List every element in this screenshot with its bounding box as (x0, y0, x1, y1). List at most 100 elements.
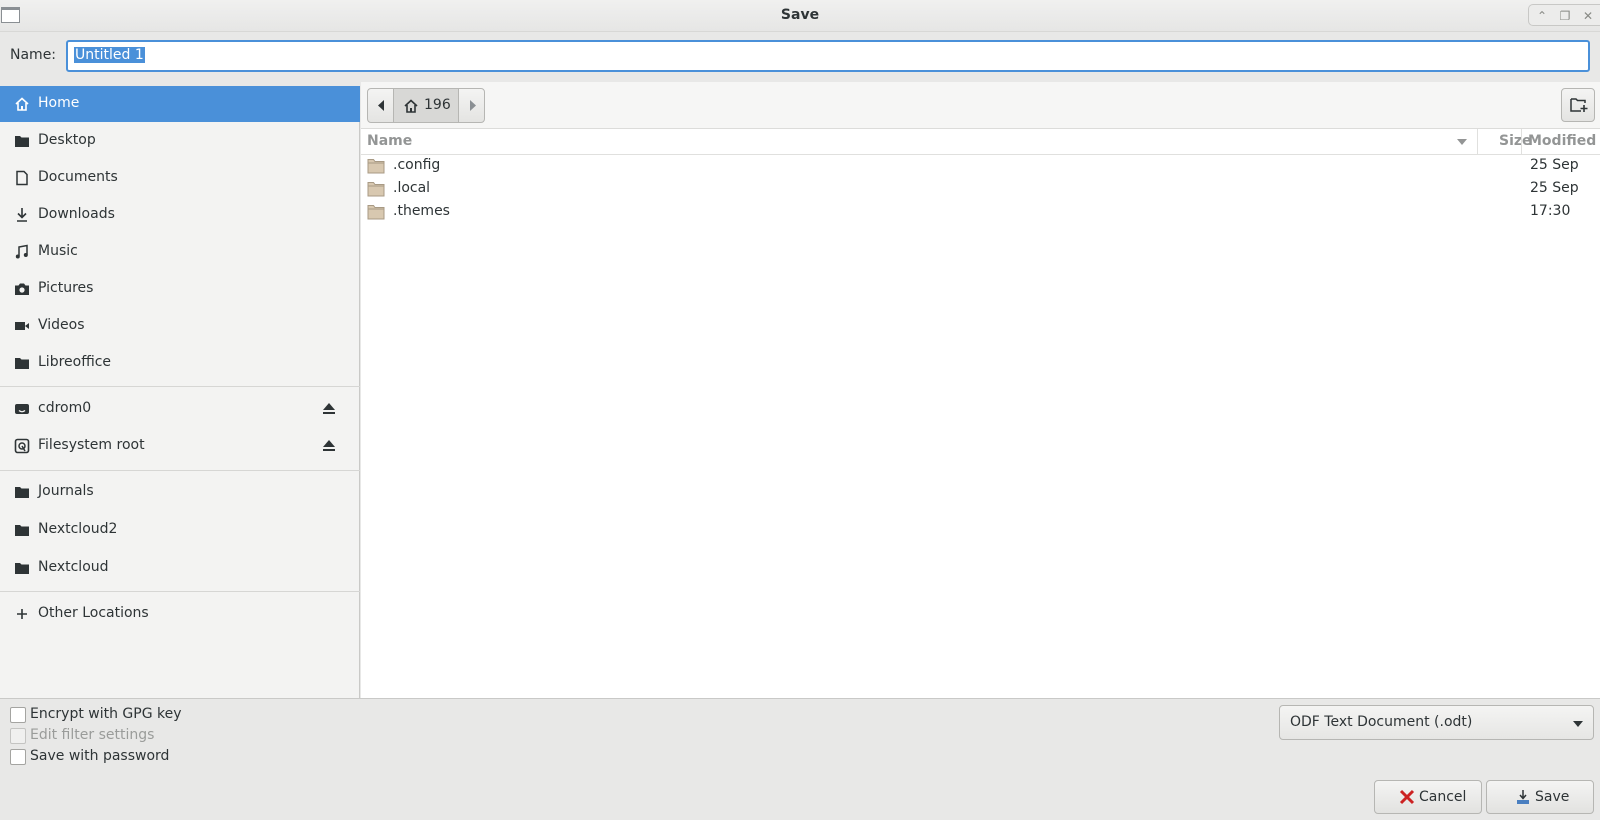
folder-icon (367, 205, 385, 220)
name-row: Name: Untitled 1 (0, 32, 1600, 82)
column-divider (1477, 129, 1478, 155)
sidebar-item-label: Pictures (38, 280, 94, 296)
music-icon (15, 244, 28, 259)
sidebar-item-libreoffice[interactable]: Libreoffice (0, 345, 360, 381)
file-row[interactable]: .config 25 Sep (361, 155, 1600, 178)
title-bar: Save ⌃ ❐ ✕ (0, 0, 1600, 32)
sort-down-icon[interactable] (1457, 139, 1467, 145)
save-label: Save (1535, 789, 1570, 805)
file-name: .themes (393, 203, 450, 219)
eject-icon[interactable] (322, 437, 336, 453)
new-folder-icon (1570, 98, 1588, 112)
file-row[interactable]: .local 25 Sep (361, 178, 1600, 201)
sidebar-item-label: Filesystem root (38, 437, 145, 453)
path-back-button[interactable] (368, 89, 394, 122)
sidebar-item-label: Nextcloud2 (38, 521, 118, 537)
home-icon (15, 97, 29, 111)
folder-icon (367, 159, 385, 174)
column-name[interactable]: Name (367, 133, 412, 149)
home-icon (404, 99, 418, 113)
sidebar-item-documents[interactable]: Documents (0, 160, 360, 196)
cancel-button[interactable]: Cancel (1374, 780, 1482, 814)
file-type-select[interactable]: ODF Text Document (.odt) (1279, 705, 1594, 740)
save-icon (1517, 790, 1529, 804)
sidebar-item-cdrom0[interactable]: cdrom0 (0, 391, 360, 427)
sidebar-item-label: Documents (38, 169, 118, 185)
path-crumb-home[interactable]: 196 (394, 89, 458, 122)
window-up-icon[interactable]: ⌃ (1533, 7, 1551, 25)
file-modified: 25 Sep (1530, 180, 1579, 196)
sidebar-separator (0, 386, 360, 387)
file-browser: 196 Name Size Modified .config 25 Sep .l… (361, 82, 1600, 698)
sidebar-item-label: Home (38, 95, 80, 111)
window-restore-icon[interactable]: ❐ (1556, 7, 1574, 25)
encrypt-label[interactable]: Encrypt with GPG key (30, 706, 182, 722)
options-panel: Encrypt with GPG key Edit filter setting… (0, 698, 1600, 820)
folder-icon (15, 487, 29, 498)
name-label: Name: (10, 47, 57, 63)
download-icon (17, 208, 27, 222)
folder-icon (15, 136, 29, 147)
folder-icon (367, 182, 385, 197)
location-toolbar: 196 (361, 82, 1600, 129)
sidebar-item-downloads[interactable]: Downloads (0, 197, 360, 233)
folder-icon (15, 563, 29, 574)
sidebar-item-label: Downloads (38, 206, 115, 222)
sidebar-item-videos[interactable]: Videos (0, 308, 360, 344)
eject-icon[interactable] (322, 400, 336, 416)
cancel-icon (1399, 789, 1415, 805)
file-name: .config (393, 157, 441, 173)
filename-input[interactable]: Untitled 1 (66, 40, 1590, 72)
sidebar-item-label: Nextcloud (38, 559, 109, 575)
folder-icon (15, 525, 29, 536)
sidebar-separator (0, 591, 360, 592)
sidebar-item-nextcloud[interactable]: Nextcloud (0, 550, 360, 586)
sidebar-item-label: Journals (38, 483, 94, 499)
edit-filter-label: Edit filter settings (30, 727, 155, 743)
column-size[interactable]: Size (1499, 133, 1532, 149)
window-controls: ⌃ ❐ ✕ (1528, 4, 1600, 26)
sidebar-separator (0, 470, 360, 471)
sidebar-item-journals[interactable]: Journals (0, 474, 360, 510)
window-title: Save (780, 7, 820, 23)
save-button[interactable]: Save (1486, 780, 1594, 814)
sidebar-item-desktop[interactable]: Desktop (0, 123, 360, 159)
encrypt-checkbox[interactable] (10, 707, 26, 723)
new-folder-button[interactable] (1561, 88, 1595, 122)
file-modified: 17:30 (1530, 203, 1571, 219)
camera-icon (15, 283, 29, 295)
sidebar-item-music[interactable]: Music (0, 234, 360, 270)
path-forward-button[interactable] (458, 89, 484, 122)
column-modified[interactable]: Modified (1528, 133, 1596, 149)
video-icon (15, 322, 29, 330)
sidebar-item-pictures[interactable]: Pictures (0, 271, 360, 307)
places-sidebar: Home Desktop Documents Downloads Music P… (0, 86, 360, 698)
cancel-label: Cancel (1419, 789, 1467, 805)
drive-icon (15, 404, 29, 414)
path-crumb-label: 196 (424, 97, 451, 113)
sidebar-item-nextcloud2[interactable]: Nextcloud2 (0, 512, 360, 548)
sidebar-item-home[interactable]: Home (0, 86, 360, 122)
save-password-checkbox[interactable] (10, 749, 26, 765)
column-divider (1521, 129, 1522, 155)
file-name: .local (393, 180, 431, 196)
sidebar-item-label: cdrom0 (38, 400, 92, 416)
chevron-left-icon (378, 100, 384, 111)
sidebar-item-label: Desktop (38, 132, 96, 148)
window-close-icon[interactable]: ✕ (1579, 7, 1597, 25)
chevron-right-icon (470, 100, 476, 111)
sidebar-item-label: Music (38, 243, 78, 259)
plus-icon (17, 609, 27, 619)
edit-filter-checkbox (10, 728, 26, 744)
sidebar-item-other-locations[interactable]: Other Locations (0, 596, 360, 632)
column-header: Name Size Modified (361, 129, 1600, 155)
sidebar-item-label: Libreoffice (38, 354, 112, 370)
folder-icon (15, 358, 29, 369)
sidebar-item-filesystem-root[interactable]: Filesystem root (0, 428, 360, 464)
harddisk-icon (14, 438, 30, 454)
sidebar-item-label: Other Locations (38, 605, 149, 621)
file-type-value: ODF Text Document (.odt) (1290, 714, 1473, 730)
file-modified: 25 Sep (1530, 157, 1579, 173)
save-password-label[interactable]: Save with password (30, 748, 169, 764)
file-row[interactable]: .themes 17:30 (361, 201, 1600, 224)
